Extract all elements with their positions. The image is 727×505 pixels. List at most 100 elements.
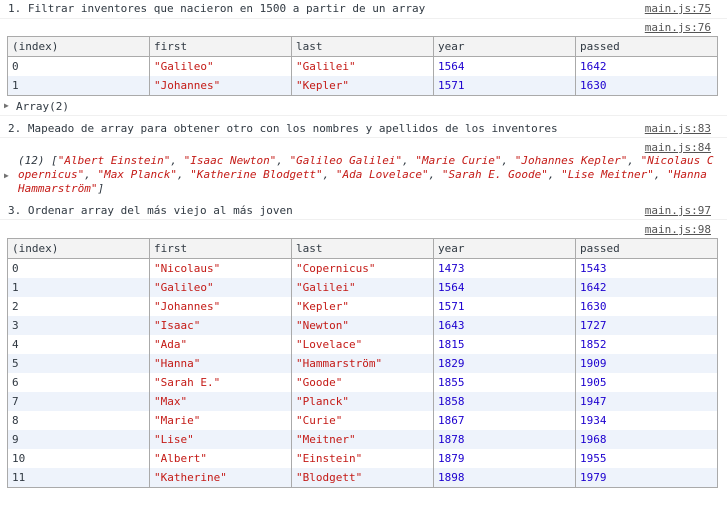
table-cell: 1858: [433, 392, 576, 411]
table-cell: 1643: [433, 316, 576, 335]
table-cell: 4: [12, 338, 19, 351]
source-link[interactable]: main.js:98: [645, 223, 711, 236]
source-link[interactable]: main.js:75: [645, 2, 711, 15]
array-preview[interactable]: (12) ["Albert Einstein", "Isaac Newton",…: [18, 154, 718, 196]
table-cell: "Curie": [291, 411, 434, 430]
table-cell: 1727: [575, 316, 718, 335]
source-link[interactable]: main.js:76: [645, 21, 711, 34]
table-cell: "Meitner": [291, 430, 434, 449]
table-cell: "Max": [149, 392, 292, 411]
table-cell: 1: [7, 278, 150, 297]
table-cell: 1564: [433, 278, 576, 297]
table-row: 2 "Johannes" "Kepler" 1571 1630: [8, 297, 718, 316]
table-cell: "Katherine": [149, 468, 292, 488]
table-cell: "Lise": [149, 430, 292, 449]
table-cell: "Galileo": [149, 278, 292, 297]
table-cell: 1979: [575, 468, 718, 488]
table-cell: "Hanna": [149, 354, 292, 373]
table-cell: 1: [7, 76, 150, 96]
table-cell: 1878: [433, 430, 576, 449]
expand-triangle-icon[interactable]: ▶: [4, 171, 9, 180]
column-header[interactable]: year: [433, 36, 576, 57]
array-summary-row[interactable]: ▶ Array(2): [0, 97, 727, 116]
table-row: 1 "Johannes" "Kepler" 1571 1630: [7, 76, 718, 96]
source-link[interactable]: main.js:83: [645, 122, 711, 135]
array-item: "Lise Meitner": [561, 168, 654, 181]
table-cell: 5: [7, 354, 150, 373]
table-cell: 1829: [433, 354, 576, 373]
table-cell: "Albert": [149, 449, 292, 468]
table-cell: "Nicolaus": [149, 258, 292, 278]
table-row: 10 "Albert" "Einstein" 1879 1955: [8, 449, 718, 468]
table-header-row: (index) first last year passed: [7, 36, 718, 57]
table-cell: "Galileo": [149, 56, 292, 76]
table-cell: 3: [7, 316, 150, 335]
table-row: 3 "Isaac" "Newton" 1643 1727: [7, 316, 718, 335]
table-cell: "Ada": [149, 335, 292, 354]
table-cell: "Kepler": [291, 297, 434, 316]
column-header[interactable]: last: [291, 238, 434, 259]
array-item: "Johannes Kepler": [514, 154, 628, 167]
console-log-text: 2. Mapeado de array para obtener otro co…: [8, 122, 558, 135]
expand-triangle-icon[interactable]: ▶: [4, 101, 9, 110]
table-header-row: (index) first last year passed: [7, 238, 718, 259]
column-header[interactable]: first: [149, 238, 292, 259]
column-header[interactable]: passed: [575, 238, 718, 259]
table-cell: 1955: [575, 449, 718, 468]
table-cell: "Marie": [149, 411, 292, 430]
table-cell: 1630: [575, 297, 718, 316]
table-cell: "Newton": [291, 316, 434, 335]
array-log-row[interactable]: ▶ (12) ["Albert Einstein", "Isaac Newton…: [0, 154, 727, 198]
table-row: 11 "Katherine" "Blodgett" 1898 1979: [7, 468, 718, 488]
table-row: 1 "Galileo" "Galilei" 1564 1642: [7, 278, 718, 297]
array-item: "Sarah E. Goode": [441, 168, 548, 181]
table-cell: 1909: [575, 354, 718, 373]
table-cell: "Einstein": [291, 449, 434, 468]
table-cell: "Blodgett": [291, 468, 434, 488]
column-header[interactable]: (index): [7, 36, 150, 57]
source-link[interactable]: main.js:84: [645, 141, 711, 154]
table-cell: "Galilei": [291, 278, 434, 297]
console-log-text: 3. Ordenar array del más viejo al más jo…: [8, 204, 293, 217]
table-cell: "Sarah E.": [149, 373, 292, 392]
table-row: 9 "Lise" "Meitner" 1878 1968: [7, 430, 718, 449]
table-cell: "Johannes": [149, 297, 292, 316]
table-cell: 1934: [575, 411, 718, 430]
table-cell: 8: [12, 414, 19, 427]
table-cell: 1815: [433, 335, 576, 354]
column-header[interactable]: passed: [575, 36, 718, 57]
array-item: "Albert Einstein": [57, 154, 171, 167]
table-cell: 1571: [433, 297, 576, 316]
table-cell: 1473: [433, 258, 576, 278]
table-row: 8 "Marie" "Curie" 1867 1934: [8, 411, 718, 430]
column-header[interactable]: last: [291, 36, 434, 57]
table-row: 0 "Galileo" "Galilei" 1564 1642: [8, 56, 718, 76]
table-cell: 1642: [575, 278, 718, 297]
table-cell: "Lovelace": [291, 335, 434, 354]
array-item: "Max Planck": [97, 168, 177, 181]
table-row: 0 "Nicolaus" "Copernicus" 1473 1543: [8, 258, 718, 278]
array-label[interactable]: Array(2): [16, 100, 69, 113]
console-table-sorted: (index) first last year passed 0 "Nicolaus" "C…: [7, 238, 718, 488]
column-header[interactable]: (index): [7, 238, 150, 259]
source-link[interactable]: main.js:97: [645, 204, 711, 217]
table-cell: 1867: [433, 411, 576, 430]
table-cell: "Galilei": [291, 56, 434, 76]
table-row: 4 "Ada" "Lovelace" 1815 1852: [8, 335, 718, 354]
table-cell: 1543: [575, 258, 718, 278]
table-cell: 1564: [433, 56, 576, 76]
table-cell: "Goode": [291, 373, 434, 392]
column-header[interactable]: first: [149, 36, 292, 57]
table-cell: 1630: [575, 76, 718, 96]
table-cell: "Isaac": [149, 316, 292, 335]
table-row: 7 "Max" "Planck" 1858 1947: [7, 392, 718, 411]
table-cell: 1855: [433, 373, 576, 392]
table-cell: 1968: [575, 430, 718, 449]
table-cell: "Hammarström": [291, 354, 434, 373]
console-message-3: 3. Ordenar array del más viejo al más jo…: [0, 201, 727, 220]
table-cell: "Copernicus": [291, 258, 434, 278]
column-header[interactable]: year: [433, 238, 576, 259]
table-cell: 1905: [575, 373, 718, 392]
array-count: (12): [18, 154, 52, 167]
array-item: "Marie Curie": [415, 154, 502, 167]
